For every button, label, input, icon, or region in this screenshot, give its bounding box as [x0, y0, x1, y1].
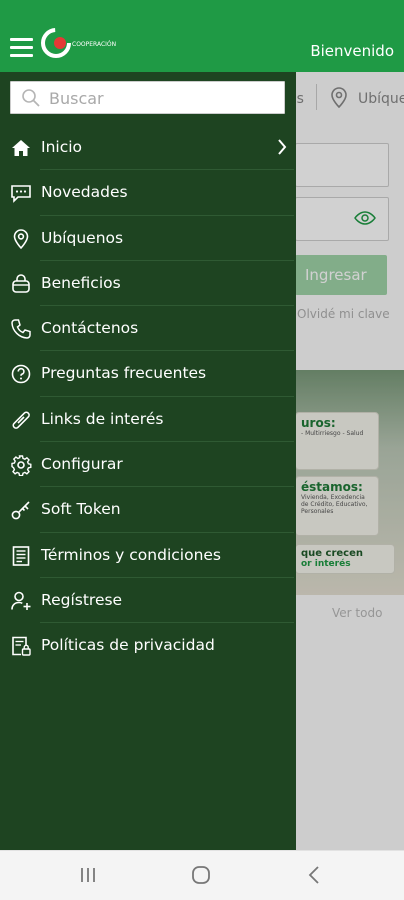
- menu-item-beneficios[interactable]: Beneficios: [0, 261, 296, 307]
- logo-text: COOPERACIÓN: [72, 41, 116, 48]
- menu-item-label: Políticas de privacidad: [41, 636, 215, 655]
- menu-item-preguntas-frecuentes[interactable]: Preguntas frecuentes: [0, 351, 296, 397]
- chat-icon: [10, 182, 32, 204]
- question-icon: [10, 363, 32, 385]
- menu-item-contactenos[interactable]: Contáctenos: [0, 306, 296, 352]
- menu-item-politicas-de-privacidad[interactable]: Políticas de privacidad: [0, 623, 296, 668]
- location-pin-icon: [10, 228, 32, 250]
- menu-item-label: Regístrese: [41, 590, 123, 609]
- menu-item-label: Configurar: [41, 455, 123, 474]
- menu-item-novedades[interactable]: Novedades: [0, 170, 296, 216]
- recent-apps-icon[interactable]: [78, 865, 98, 889]
- bag-icon: [10, 273, 32, 295]
- home-button-icon[interactable]: [191, 865, 211, 889]
- link-icon: [10, 409, 32, 431]
- menu-item-label: Beneficios: [41, 273, 121, 292]
- drawer-menu: Inicio Novedades Ubíquenos Beneficios Co…: [0, 125, 296, 669]
- menu-item-inicio[interactable]: Inicio: [0, 125, 296, 171]
- app-logo: COOPERACIÓN: [40, 26, 130, 62]
- phone-icon: [10, 318, 32, 340]
- menu-item-terminos-y-condiciones[interactable]: Términos y condiciones: [0, 533, 296, 578]
- policy-icon: [10, 635, 32, 657]
- menu-item-registrese[interactable]: Regístrese: [0, 578, 296, 624]
- hamburger-menu-icon[interactable]: [10, 38, 33, 58]
- search-input[interactable]: [49, 86, 274, 110]
- menu-item-label: Contáctenos: [41, 319, 139, 338]
- system-navigation-bar: [0, 850, 404, 900]
- welcome-text: Bienvenido: [310, 42, 394, 60]
- app-bar: COOPERACIÓN Bienvenido: [0, 0, 404, 72]
- menu-item-ubiquenos[interactable]: Ubíquenos: [0, 216, 296, 261]
- back-icon[interactable]: [305, 865, 325, 889]
- home-icon: [10, 137, 32, 159]
- menu-item-links-de-interes[interactable]: Links de interés: [0, 397, 296, 443]
- menu-item-label: Ubíquenos: [41, 228, 124, 247]
- menu-item-soft-token[interactable]: Soft Token: [0, 487, 296, 533]
- menu-item-label: Preguntas frecuentes: [41, 364, 207, 383]
- menu-item-label: Novedades: [41, 183, 128, 202]
- menu-item-configurar[interactable]: Configurar: [0, 442, 296, 488]
- navigation-drawer: Inicio Novedades Ubíquenos: [0, 72, 296, 850]
- key-icon: [10, 499, 32, 521]
- chevron-right-icon: [276, 137, 288, 161]
- menu-item-label: Inicio: [41, 138, 83, 156]
- search-icon: [21, 88, 41, 112]
- document-icon: [10, 545, 32, 567]
- menu-item-label: Links de interés: [41, 409, 164, 428]
- menu-item-label: Soft Token: [41, 500, 121, 519]
- gear-icon: [10, 454, 32, 477]
- menu-item-label: Términos y condiciones: [41, 545, 222, 564]
- search-box[interactable]: [10, 81, 285, 114]
- user-add-icon: [10, 590, 32, 612]
